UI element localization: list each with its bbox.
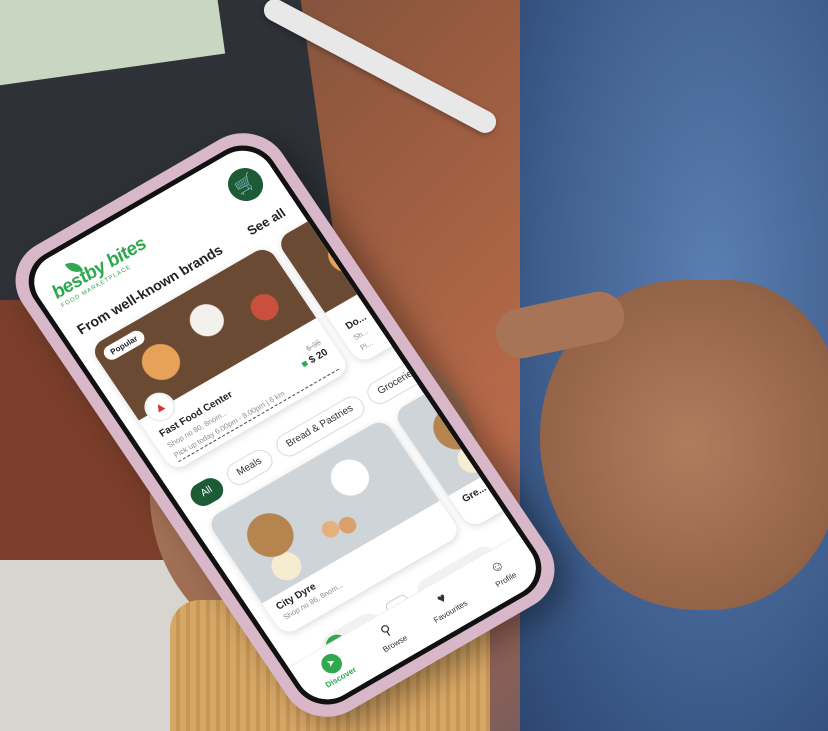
star-icon: ★ xyxy=(429,160,441,172)
cart-icon: 🛒 xyxy=(230,170,260,198)
store-name: Do... xyxy=(343,312,369,333)
chip-all[interactable]: All xyxy=(185,473,229,511)
rating-badge: ★ 4.5 xyxy=(422,148,460,177)
rating-value: 4.5 xyxy=(437,153,453,167)
cart-button[interactable]: 🛒 xyxy=(221,161,270,208)
popular-badge: Popular xyxy=(100,328,148,363)
store-address: Sh... xyxy=(351,326,370,343)
